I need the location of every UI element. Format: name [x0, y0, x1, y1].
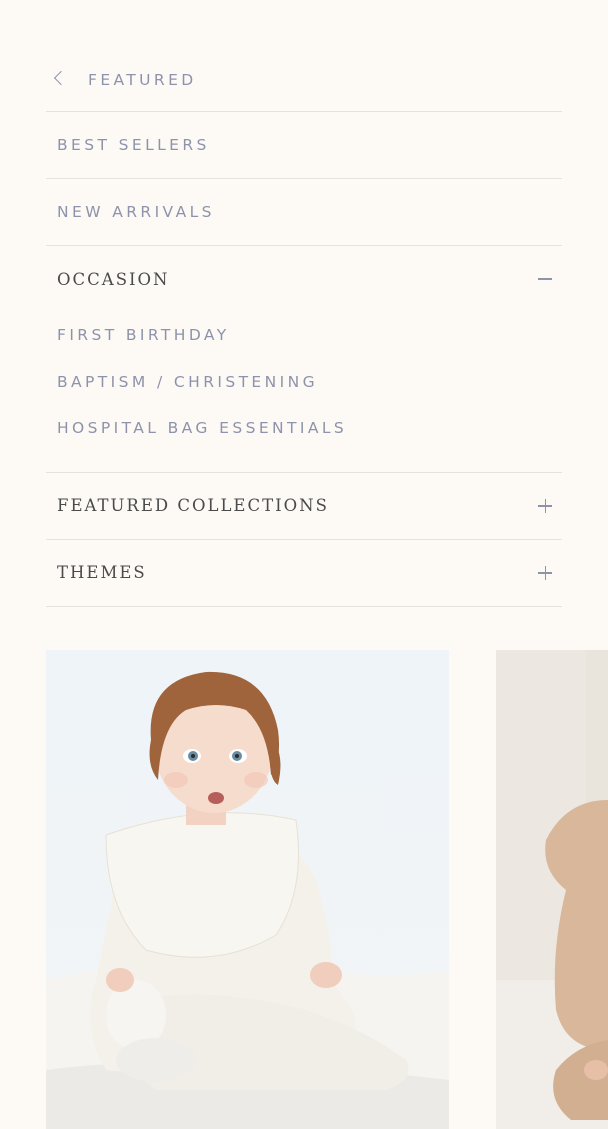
baby-in-white-bib-photo[interactable] — [46, 650, 449, 1129]
back-label[interactable]: FEATURED — [88, 71, 197, 89]
menu-link-new-arrivals[interactable]: NEW ARRIVALS — [46, 179, 562, 246]
menu-link-label[interactable]: BEST SELLERS — [57, 136, 210, 154]
baby-illustration — [46, 650, 449, 1129]
collapse-minus-icon[interactable] — [538, 278, 552, 280]
occasion-heading[interactable]: OCCASION — [57, 270, 169, 289]
occasion-item-hospital-bag[interactable]: HOSPITAL BAG ESSENTIALS — [57, 405, 552, 452]
occasion-section: OCCASION FIRST BIRTHDAY BAPTISM / CHRIST… — [46, 246, 562, 473]
mobile-menu: FEATURED BEST SELLERS NEW ARRIVALS OCCAS… — [46, 48, 562, 607]
chevron-left-icon[interactable] — [53, 70, 69, 85]
featured-collections-heading[interactable]: FEATURED COLLECTIONS — [57, 496, 329, 515]
menu-link-best-sellers[interactable]: BEST SELLERS — [46, 112, 562, 179]
featured-collections-toggle[interactable]: FEATURED COLLECTIONS — [46, 473, 562, 540]
occasion-item-first-birthday[interactable]: FIRST BIRTHDAY — [57, 312, 552, 359]
back-to-featured[interactable]: FEATURED — [46, 48, 562, 112]
expand-plus-icon[interactable] — [538, 565, 552, 580]
baby-beige-illustration — [496, 650, 608, 1129]
menu-link-label[interactable]: NEW ARRIVALS — [57, 203, 215, 221]
baby-in-beige-outfit-photo[interactable] — [496, 650, 608, 1129]
occasion-item-baptism[interactable]: BAPTISM / CHRISTENING — [57, 359, 552, 406]
themes-heading[interactable]: THEMES — [57, 563, 147, 582]
expand-plus-icon[interactable] — [538, 498, 552, 513]
themes-toggle[interactable]: THEMES — [46, 540, 562, 607]
occasion-toggle[interactable]: OCCASION — [57, 246, 552, 312]
